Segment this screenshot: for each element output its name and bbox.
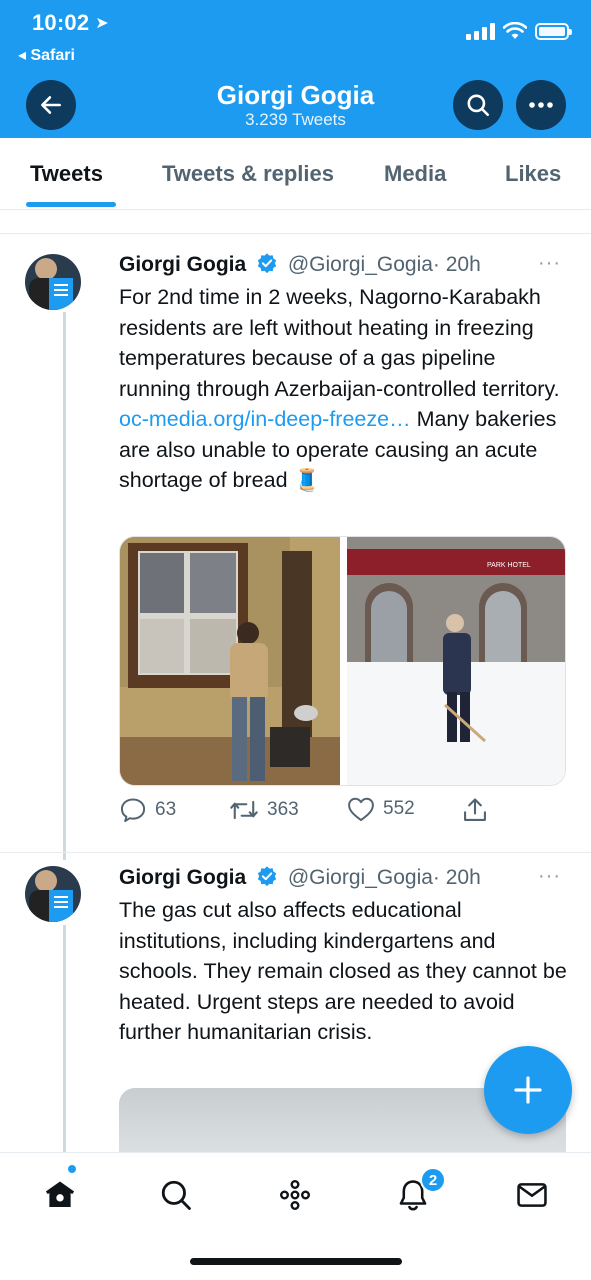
tweet-count: 3.239 Tweets: [245, 110, 346, 129]
profile-header: 10:02 ➤ ◂ Safari Giorgi Gogia 3.239 Tweet…: [0, 0, 591, 138]
tweet-header: Giorgi Gogia @Giorgi_Gogia· 20h: [119, 252, 481, 277]
tweet-text: For 2nd time in 2 weeks, Nagorno-Karabak…: [119, 282, 569, 496]
reply-icon: [120, 798, 146, 823]
tab-likes[interactable]: Likes: [505, 161, 561, 187]
photo-man-in-snow[interactable]: PARK HOTEL: [347, 537, 565, 785]
sign-text: PARK HOTEL: [487, 562, 531, 569]
tweet-text-part: For 2nd time in 2 weeks, Nagorno-Karabak…: [119, 285, 560, 401]
location-arrow-icon: ➤: [95, 15, 109, 32]
nav-messages[interactable]: [512, 1175, 552, 1215]
thread-line: [63, 312, 66, 860]
tweet-time: · 20h: [432, 866, 481, 889]
tweet-more-icon[interactable]: ···: [538, 865, 561, 888]
mail-icon: [517, 1183, 547, 1207]
author-handle[interactable]: @Giorgi_Gogia: [288, 866, 433, 889]
compose-plus-icon: [514, 1076, 542, 1104]
notifications-badge: 2: [420, 1167, 446, 1193]
tab-tweets-replies[interactable]: Tweets & replies: [162, 161, 334, 187]
tweet-media[interactable]: PARK HOTEL: [119, 536, 566, 786]
search-icon: [467, 94, 490, 117]
thread-line: [63, 925, 66, 1152]
author-name[interactable]: Giorgi Gogia: [119, 253, 246, 276]
photo-woman-by-window-drawing: [120, 537, 340, 785]
retweet-icon: [230, 800, 258, 820]
photo-man-in-snow-drawing: PARK HOTEL: [347, 537, 565, 785]
verified-icon: [257, 253, 277, 274]
home-icon: [45, 1181, 75, 1208]
battery-icon: [535, 22, 572, 40]
status-indicators: [466, 22, 572, 40]
like-count: 552: [383, 798, 415, 819]
tweet-link[interactable]: oc-media.org/in-deep-freeze…: [119, 407, 411, 431]
tab-media[interactable]: Media: [384, 161, 446, 187]
author-name[interactable]: Giorgi Gogia: [119, 866, 246, 889]
active-tab-indicator: [26, 202, 116, 207]
tweet-header: Giorgi Gogia @Giorgi_Gogia· 20h: [119, 865, 481, 890]
tweet-actions: 63 363 552: [119, 796, 569, 830]
nav-search[interactable]: [156, 1175, 196, 1215]
spaces-icon: [279, 1179, 310, 1210]
avatar[interactable]: [25, 866, 81, 922]
avatar-podium: [49, 890, 73, 922]
avatar[interactable]: [25, 254, 81, 310]
tweet-time: · 20h: [432, 253, 481, 276]
author-handle[interactable]: @Giorgi_Gogia: [288, 253, 433, 276]
previous-tweet-edge: [0, 210, 591, 234]
photo-woman-by-window[interactable]: [120, 537, 340, 785]
more-options-button[interactable]: [516, 80, 566, 130]
compose-tweet-button[interactable]: [484, 1046, 572, 1134]
tab-tweets[interactable]: Tweets: [30, 161, 103, 187]
tweet-divider: [0, 852, 591, 853]
retweet-count: 363: [267, 799, 299, 820]
share-icon: [464, 798, 486, 821]
tweet-text: The gas cut also affects educational ins…: [119, 898, 567, 1044]
cellular-signal-icon: [466, 22, 495, 40]
like-button[interactable]: 552: [347, 796, 415, 822]
wifi-icon: [503, 22, 527, 39]
nav-home[interactable]: [40, 1175, 80, 1215]
like-icon: [348, 797, 374, 822]
more-icon: [529, 102, 553, 108]
reply-button[interactable]: 63: [119, 796, 176, 824]
reply-count: 63: [155, 799, 177, 820]
back-to-safari[interactable]: ◂ Safari: [18, 45, 75, 65]
avatar-podium: [49, 278, 73, 310]
search-icon: [161, 1180, 191, 1210]
retweet-button[interactable]: 363: [229, 796, 299, 824]
back-app-label: Safari: [30, 47, 75, 64]
search-button[interactable]: [453, 80, 503, 130]
tweet-more-icon[interactable]: ···: [538, 252, 561, 275]
status-time: 10:02 ➤: [32, 10, 109, 35]
home-indicator: [190, 1258, 402, 1265]
verified-icon: [257, 866, 277, 887]
profile-tabs: Tweets Tweets & replies Media Likes: [0, 138, 591, 210]
share-button[interactable]: [461, 796, 489, 824]
home-new-dot: [67, 1164, 77, 1174]
nav-spaces[interactable]: [275, 1175, 315, 1215]
